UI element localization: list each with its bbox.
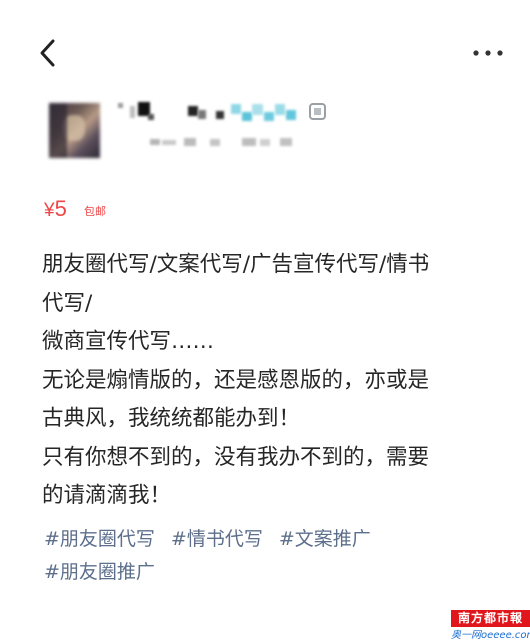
tag-link[interactable]: #文案推广 — [279, 523, 371, 556]
avatar[interactable] — [49, 103, 100, 158]
newspaper-watermark: 南方都市報 奥一网oeeee.com — [451, 610, 530, 644]
description-line: 古典风，我统统都能办到！ — [42, 406, 301, 431]
description-line: 朋友圈代写/文案代写/广告宣传代写/情书 — [42, 252, 430, 277]
tag-list: #朋友圈代写 #情书代写 #文案推广 #朋友圈推广 — [44, 523, 504, 589]
description-line: 的请滴滴我！ — [42, 483, 172, 508]
tag-link[interactable]: #朋友圈推广 — [44, 556, 155, 589]
user-meta-redacted — [150, 136, 320, 150]
user-name-redacted[interactable] — [118, 100, 318, 122]
price-value: 5 — [54, 196, 67, 221]
description-line: 微商宣传代写…… — [42, 329, 215, 354]
tag-link[interactable]: #朋友圈代写 — [44, 523, 155, 556]
description-line: 只有你想不到的，没有我办不到的，需要 — [42, 444, 430, 470]
back-button[interactable] — [34, 36, 64, 70]
currency-symbol: ¥ — [44, 200, 55, 221]
tag-link[interactable]: #情书代写 — [171, 523, 263, 556]
more-dots-icon — [473, 50, 503, 56]
price: ¥5 — [44, 196, 67, 222]
watermark-subtitle: 奥一网oeeee.com — [451, 630, 530, 641]
listing-description: 朋友圈代写/文案代写/广告宣传代写/情书 代写/ 微商宣传代写…… 无论是煽情版… — [42, 246, 500, 516]
watermark-title: 南方都市報 — [451, 610, 530, 627]
description-line: 代写/ — [42, 290, 93, 316]
free-shipping-label: 包邮 — [84, 205, 106, 218]
description-line: 无论是煽情版的，还是感恩版的，亦或是 — [42, 367, 430, 393]
more-options-button[interactable] — [470, 38, 508, 68]
chevron-left-icon — [40, 39, 55, 67]
verified-badge-icon — [309, 103, 326, 120]
